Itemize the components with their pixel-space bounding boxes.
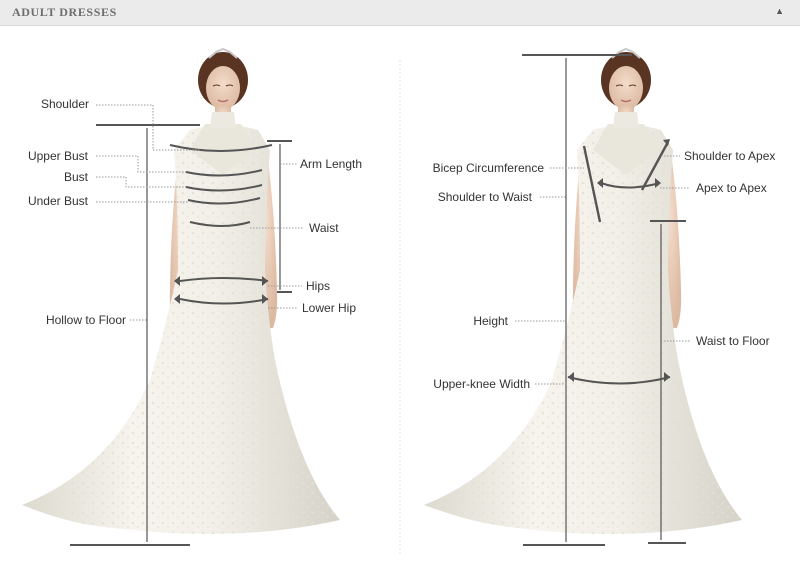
label-height: Height — [473, 314, 508, 328]
label-bicep-circumference: Bicep Circumference — [433, 161, 545, 175]
label-apex-to-apex: Apex to Apex — [696, 181, 767, 195]
label-waist-to-floor: Waist to Floor — [696, 334, 770, 348]
label-upper-bust: Upper Bust — [28, 149, 89, 163]
label-lower-hip: Lower Hip — [302, 301, 356, 315]
side-view-figure — [424, 47, 742, 534]
label-shoulder-to-apex: Shoulder to Apex — [684, 149, 775, 163]
label-bust: Bust — [64, 170, 89, 184]
label-upper-knee-width: Upper-knee Width — [433, 377, 530, 391]
label-hollow-to-floor: Hollow to Floor — [46, 313, 126, 327]
label-shoulder: Shoulder — [41, 97, 89, 111]
label-arm-length: Arm Length — [300, 157, 362, 171]
label-waist: Waist — [309, 221, 339, 235]
measurement-diagram: Shoulder Upper Bust Bust Under Bust Holl… — [22, 47, 775, 555]
label-shoulder-to-waist: Shoulder to Waist — [438, 190, 533, 204]
label-hips: Hips — [306, 279, 330, 293]
front-view-figure — [22, 47, 340, 534]
label-under-bust: Under Bust — [28, 194, 89, 208]
